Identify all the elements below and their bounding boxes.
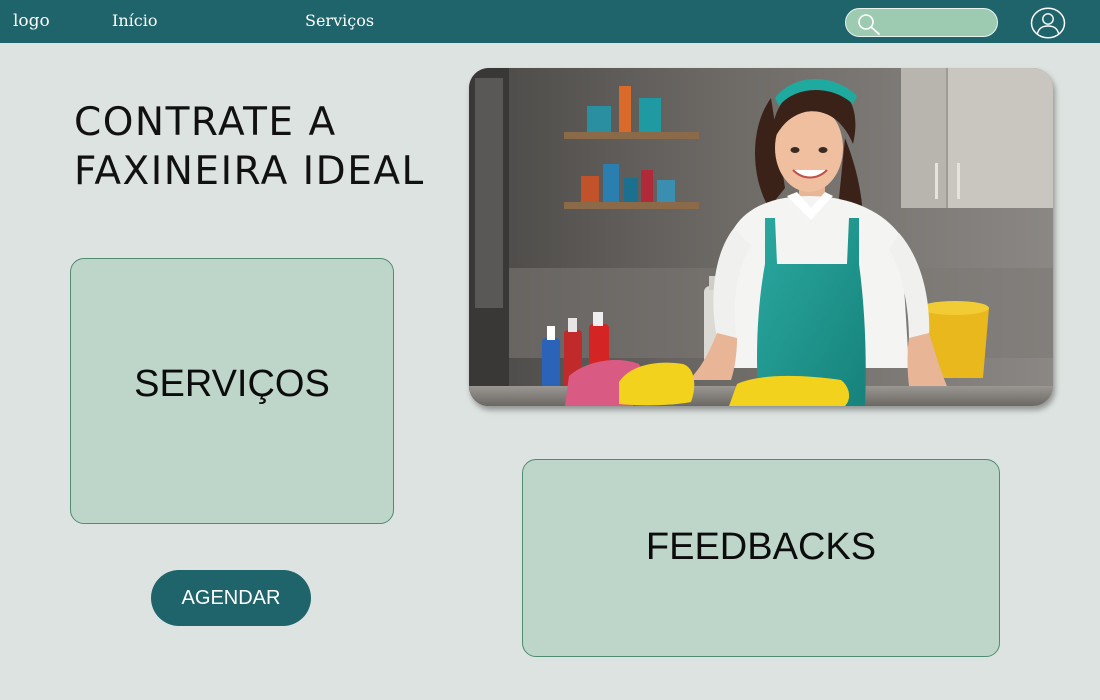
logo[interactable]: logo: [13, 10, 50, 32]
feedbacks-card-label: FEEDBACKS: [645, 526, 877, 568]
top-navbar: logo Início Serviços: [0, 0, 1100, 43]
hero-title: CONTRATE A FAXINEIRA IDEAL: [74, 98, 454, 196]
search-icon[interactable]: [856, 12, 882, 36]
feedbacks-card[interactable]: FEEDBACKS: [522, 459, 1000, 657]
schedule-button[interactable]: AGENDAR: [151, 570, 311, 626]
search-input[interactable]: [886, 13, 990, 34]
nav-link-servicos[interactable]: Serviços: [305, 10, 374, 32]
nav-link-inicio[interactable]: Início: [112, 10, 157, 32]
search-box[interactable]: [845, 8, 998, 37]
hero-title-line-1: CONTRATE A: [74, 100, 337, 145]
cleaner-illustration: [469, 68, 1053, 406]
hero-title-line-2: FAXINEIRA IDEAL: [74, 149, 425, 194]
user-profile-icon[interactable]: [1030, 7, 1066, 39]
hero-photo: [469, 68, 1053, 406]
services-card-label: SERVIÇOS: [134, 363, 330, 405]
services-card[interactable]: SERVIÇOS: [70, 258, 394, 524]
